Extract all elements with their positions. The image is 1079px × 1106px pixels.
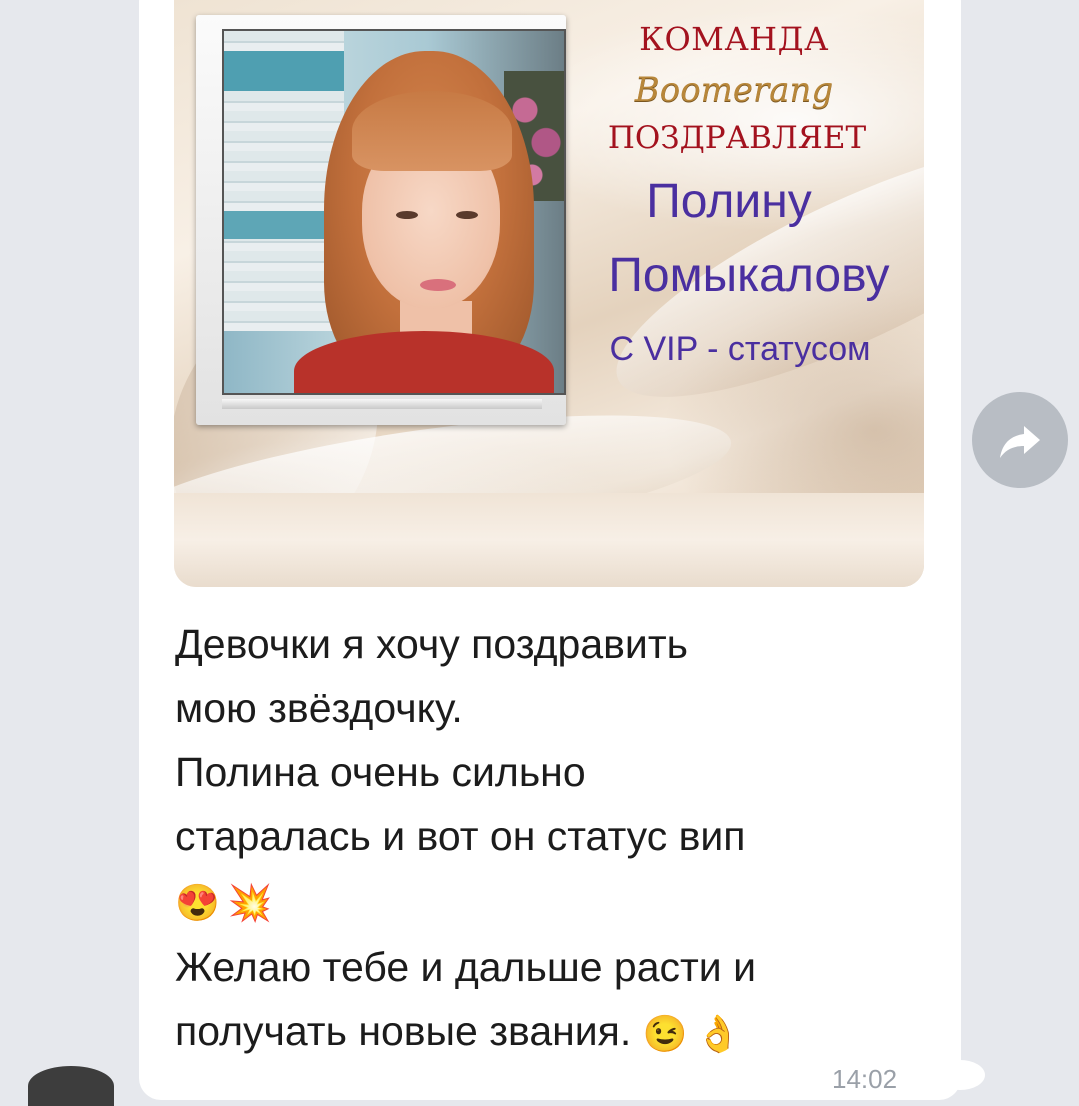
eye: [396, 211, 418, 219]
greeting-congrats-label: ПОЗДРАВЛЯЕТ: [607, 120, 867, 156]
portrait-photo: [222, 29, 566, 395]
message-timestamp: 14:02: [832, 1064, 898, 1094]
message-line: Девочки я хочу поздравить: [175, 621, 688, 667]
lips: [420, 279, 456, 291]
share-arrow-icon: [1000, 426, 1040, 458]
emoji-row: 😍 💥: [175, 868, 935, 935]
heart-eyes-emoji-icon: 😍: [175, 882, 220, 924]
message-line: мою звёздочку.: [175, 685, 463, 731]
eye: [456, 211, 478, 219]
recipient-first-name: Полину: [646, 175, 812, 228]
message-line: получать новые звания. 😉 👌: [175, 999, 935, 1066]
collision-emoji-icon: 💥: [227, 882, 273, 924]
silk-background: [174, 493, 924, 587]
message-image[interactable]: КОМАНДА Boomerang ПОЗДРАВЛЯЕТ Полину Пом…: [174, 0, 924, 587]
message-line: старалась и вот он статус вип: [175, 813, 746, 859]
wink-emoji-icon: 😉: [642, 1013, 688, 1055]
calendar-header: [224, 51, 344, 91]
greeting-team-label: КОМАНДА: [639, 20, 829, 58]
recipient-last-name: Помыкалову: [608, 249, 890, 302]
photo-frame: [196, 15, 566, 425]
ok-hand-emoji-icon: 👌: [695, 1013, 741, 1055]
frame-bottom-bar: [222, 399, 542, 409]
message-line-text: получать новые звания.: [175, 1008, 632, 1055]
read-status-icon: [935, 1060, 985, 1090]
vip-status-label: С VIP - статусом: [609, 330, 871, 368]
sender-avatar[interactable]: [28, 1066, 114, 1106]
bangs: [352, 91, 512, 171]
share-button[interactable]: [972, 392, 1068, 488]
message-line: Желаю тебе и дальше расти и: [175, 944, 757, 991]
message-text: Девочки я хочу поздравить мою звёздочку.…: [175, 612, 935, 1066]
brand-logo-text: Boomerang: [634, 70, 834, 110]
message-line: Полина очень сильно: [175, 749, 586, 795]
